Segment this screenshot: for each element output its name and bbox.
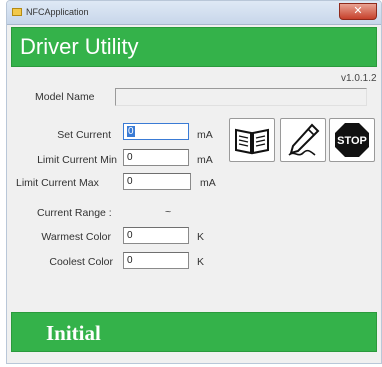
- header-banner: Driver Utility: [11, 27, 377, 67]
- warmest-color-input[interactable]: 0: [123, 227, 189, 244]
- limit-min-label: Limit Current Min: [37, 154, 117, 166]
- set-current-input[interactable]: 0: [123, 123, 189, 140]
- warmest-color-unit: K: [197, 231, 205, 243]
- coolest-color-unit: K: [197, 256, 205, 268]
- window-title: NFCApplication: [26, 7, 89, 17]
- limit-max-label: Limit Current Max: [16, 177, 99, 189]
- model-name-label: Model Name: [35, 91, 95, 103]
- status-text: Initial: [46, 321, 101, 345]
- warmest-color-label: Warmest Color: [41, 231, 111, 243]
- stop-button[interactable]: STOP: [329, 118, 375, 162]
- limit-min-unit: mA: [197, 154, 213, 166]
- status-banner: Initial: [11, 312, 377, 352]
- set-current-unit: mA: [197, 129, 213, 141]
- read-button[interactable]: [229, 118, 275, 162]
- set-current-label: Set Current: [57, 129, 111, 141]
- close-icon: ✕: [353, 5, 363, 17]
- title-bar: NFCApplication ✕: [7, 1, 381, 25]
- model-name-field: [115, 88, 367, 106]
- set-current-value: 0: [127, 126, 135, 137]
- current-range-value: ~: [165, 206, 172, 218]
- write-button[interactable]: [280, 118, 326, 162]
- stop-label: STOP: [337, 135, 367, 147]
- app-icon: [12, 8, 22, 16]
- limit-max-input[interactable]: 0: [123, 173, 191, 190]
- close-button[interactable]: ✕: [339, 3, 377, 20]
- open-book-icon: [235, 128, 269, 155]
- current-range-label: Current Range :: [37, 207, 112, 219]
- pencil-write-icon: [288, 123, 320, 156]
- application-window: NFCApplication ✕ Driver Utility v1.0.1.2…: [6, 0, 382, 364]
- coolest-color-input[interactable]: 0: [123, 252, 189, 269]
- version-label: v1.0.1.2: [341, 73, 377, 84]
- limit-max-unit: mA: [200, 177, 216, 189]
- coolest-color-label: Coolest Color: [49, 256, 113, 268]
- limit-min-input[interactable]: 0: [123, 149, 189, 166]
- stop-sign-icon: STOP: [335, 123, 369, 157]
- page-title: Driver Utility: [20, 34, 139, 59]
